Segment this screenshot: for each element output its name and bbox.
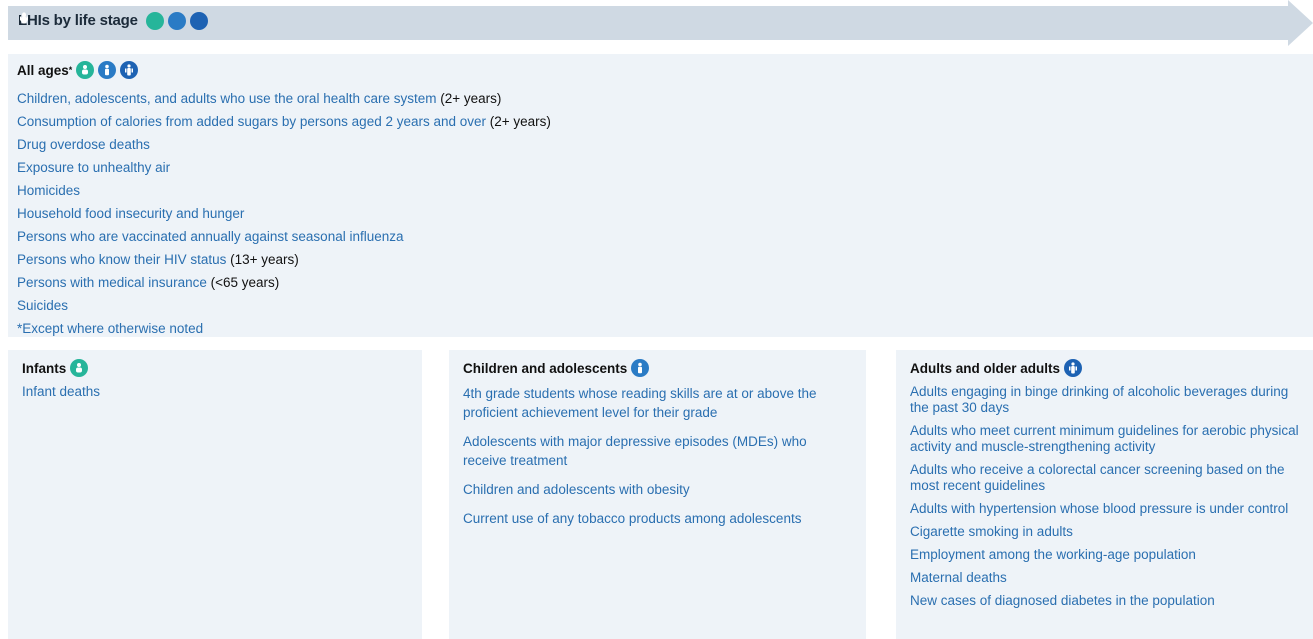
indicator-item[interactable]: Persons who know their HIV status (13+ y…	[17, 248, 551, 271]
indicator-label[interactable]: Consumption of calories from added sugar…	[17, 114, 486, 129]
infants-panel: Infants Infant deaths	[8, 350, 422, 639]
indicator-label[interactable]: Children, adolescents, and adults who us…	[17, 91, 437, 106]
children-icons	[631, 359, 650, 377]
indicator-item[interactable]: Adults who meet current minimum guidelin…	[910, 423, 1310, 455]
indicator-item[interactable]: Persons with medical insurance (<65 year…	[17, 271, 551, 294]
indicator-label[interactable]: Drug overdose deaths	[17, 137, 150, 152]
child-icon	[631, 359, 650, 377]
indicator-label[interactable]: Household food insecurity and hunger	[17, 206, 244, 221]
all-ages-title-text: All ages	[17, 62, 69, 78]
child-icon	[98, 61, 117, 79]
children-title-text: Children and adolescents	[463, 360, 628, 376]
indicator-item[interactable]: 4th grade students whose reading skills …	[463, 384, 853, 422]
infant-icon	[70, 359, 89, 377]
indicator-label[interactable]: Exposure to unhealthy air	[17, 160, 170, 175]
indicator-item[interactable]: Homicides	[17, 179, 551, 202]
indicator-item[interactable]: Maternal deaths	[910, 570, 1310, 586]
indicator-item[interactable]: Suicides	[17, 294, 551, 317]
life-stage-banner: LHIs by life stage	[8, 0, 1313, 46]
all-ages-list: Children, adolescents, and adults who us…	[17, 87, 551, 340]
infants-list: Infant deaths	[22, 384, 100, 400]
children-title: Children and adolescents	[463, 359, 650, 377]
all-ages-title: All ages *	[17, 61, 139, 79]
indicator-item[interactable]: Adults engaging in binge drinking of alc…	[910, 384, 1310, 416]
infants-icons	[70, 359, 89, 377]
adult-icon	[1064, 359, 1083, 377]
indicator-item[interactable]: Adults who receive a colorectal cancer s…	[910, 462, 1310, 494]
indicator-label[interactable]: Suicides	[17, 298, 68, 313]
indicator-item[interactable]: Children and adolescents with obesity	[463, 480, 853, 499]
adults-list: Adults engaging in binge drinking of alc…	[910, 384, 1310, 616]
indicator-label[interactable]: Persons who are vaccinated annually agai…	[17, 229, 404, 244]
adults-panel: Adults and older adults Adults engaging …	[896, 350, 1313, 639]
adult-icon	[20, 12, 208, 31]
indicator-item[interactable]: Infant deaths	[22, 384, 100, 400]
indicator-item[interactable]: Drug overdose deaths	[17, 133, 551, 156]
indicator-item[interactable]: Adolescents with major depressive episod…	[463, 432, 853, 470]
indicator-label[interactable]: Homicides	[17, 183, 80, 198]
indicator-item[interactable]: New cases of diagnosed diabetes in the p…	[910, 593, 1310, 609]
infants-title: Infants	[22, 359, 89, 377]
adults-title: Adults and older adults	[910, 359, 1083, 377]
banner-title: LHIs by life stage	[18, 12, 208, 31]
indicator-age-range: (2+ years)	[436, 91, 502, 106]
indicator-item[interactable]: Current use of any tobacco products amon…	[463, 509, 853, 528]
children-panel: Children and adolescents 4th grade stude…	[449, 350, 866, 639]
indicator-item[interactable]: Exposure to unhealthy air	[17, 156, 551, 179]
indicator-age-range: (2+ years)	[486, 114, 551, 129]
indicator-item[interactable]: Children, adolescents, and adults who us…	[17, 87, 551, 110]
banner-icons	[20, 12, 208, 31]
indicator-item[interactable]: Household food insecurity and hunger	[17, 202, 551, 225]
all-ages-icons	[76, 61, 139, 79]
infant-icon	[21, 12, 164, 31]
children-list: 4th grade students whose reading skills …	[463, 384, 853, 538]
indicator-age-range: (<65 years)	[206, 275, 280, 290]
child-icon	[22, 12, 186, 31]
infant-icon	[76, 61, 95, 79]
indicator-item[interactable]: Cigarette smoking in adults	[910, 524, 1310, 540]
banner-title-text: LHIs by life stage	[18, 12, 138, 29]
indicator-label[interactable]: Persons with medical insurance	[17, 275, 207, 290]
indicator-age-range: (13+ years)	[226, 252, 299, 267]
indicator-item[interactable]: Persons who are vaccinated annually agai…	[17, 225, 551, 248]
all-ages-panel: All ages * Children, adolescents, and adu…	[8, 54, 1313, 337]
indicator-label[interactable]: Persons who know their HIV status	[17, 252, 226, 267]
all-ages-title-marker: *	[68, 65, 73, 75]
footnote: *Except where otherwise noted	[17, 321, 204, 336]
infants-title-text: Infants	[22, 360, 67, 376]
indicator-item[interactable]: Consumption of calories from added sugar…	[17, 110, 551, 133]
adults-icons	[1064, 359, 1083, 377]
indicator-item[interactable]: Adults with hypertension whose blood pre…	[910, 501, 1310, 517]
adult-icon	[120, 61, 139, 79]
adults-title-text: Adults and older adults	[910, 360, 1061, 376]
indicator-item[interactable]: Employment among the working-age populat…	[910, 547, 1310, 563]
